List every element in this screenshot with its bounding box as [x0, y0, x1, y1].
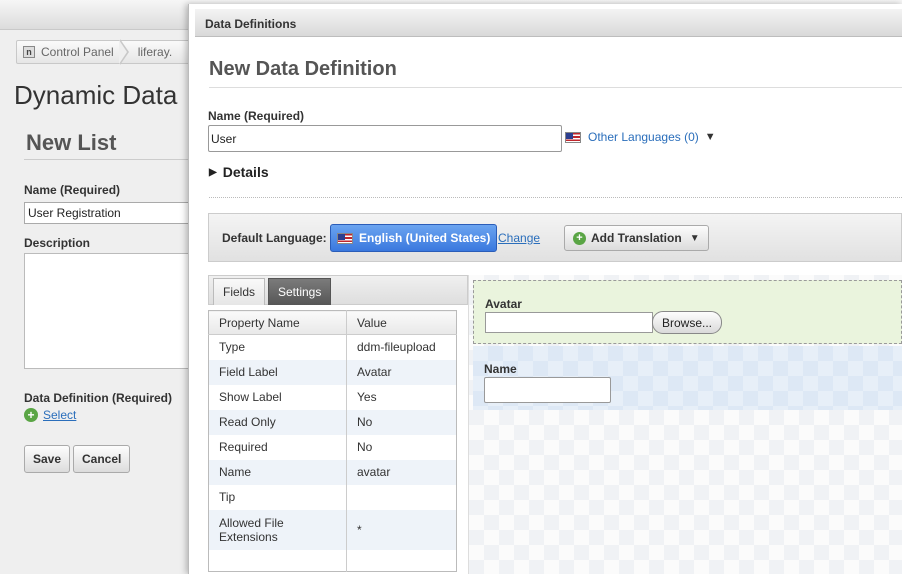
breadcrumb: n Control Panel liferay.: [16, 39, 216, 65]
table-row[interactable]: Required No: [209, 434, 457, 460]
table-row[interactable]: Field Label Avatar: [208, 359, 457, 385]
breadcrumb-label: Control Panel: [41, 45, 114, 59]
details-toggle[interactable]: ▶ Details: [209, 164, 269, 180]
avatar-field[interactable]: Avatar Browse...: [473, 280, 902, 344]
form-builder-canvas: Avatar Browse... Name: [468, 275, 902, 574]
table-row[interactable]: Read Only No: [208, 409, 457, 435]
panel-tabs: Fields Settings: [208, 275, 468, 305]
avatar-file-input[interactable]: [485, 312, 653, 333]
empty-cell: [208, 549, 347, 572]
other-languages-label: Other Languages (0): [588, 130, 699, 144]
dialog-heading: New Data Definition: [209, 58, 397, 80]
other-languages-toggle[interactable]: Other Languages (0) ▼: [565, 130, 716, 144]
default-language-label: Default Language:: [222, 231, 327, 245]
property-value[interactable]: No: [346, 434, 457, 460]
data-definition-label: Data Definition (Required): [24, 391, 173, 405]
caret-down-icon: ▼: [704, 131, 716, 143]
properties-table: Property Name Value Type ddm-fileupload F…: [208, 310, 457, 572]
property-name: Allowed File Extensions: [208, 509, 347, 550]
property-name: Required: [219, 440, 268, 454]
field-settings-panel: Fields Settings Property Name Value Type…: [208, 275, 468, 574]
property-name: Field Label: [208, 359, 347, 385]
property-value[interactable]: avatar: [346, 459, 457, 485]
change-language-link[interactable]: Change: [498, 231, 540, 245]
column-header: Property Name: [208, 310, 347, 335]
tab-fields[interactable]: Fields: [213, 278, 266, 305]
property-value[interactable]: [346, 484, 457, 510]
breadcrumb-site[interactable]: liferay.: [132, 41, 178, 63]
language-bar: Default Language: English (United States…: [208, 213, 902, 262]
description-label: Description: [24, 236, 91, 250]
name-field[interactable]: Name: [473, 346, 902, 410]
cancel-button[interactable]: Cancel: [73, 445, 131, 473]
add-circle-icon: +: [24, 408, 38, 422]
breadcrumb-separator: [118, 39, 132, 65]
property-value[interactable]: No: [346, 409, 457, 435]
page-title: Dynamic Data: [14, 80, 178, 110]
property-name: Read Only: [208, 409, 347, 435]
divider: [24, 159, 194, 160]
definition-name-input[interactable]: [208, 125, 562, 152]
definition-name-label: Name (Required): [208, 109, 305, 123]
triangle-right-icon: ▶: [209, 166, 217, 178]
description-textarea[interactable]: [24, 253, 194, 369]
details-label: Details: [222, 164, 269, 180]
data-definitions-dialog: Data Definitions New Data Definition Nam…: [188, 4, 902, 574]
breadcrumb-label: liferay.: [137, 45, 173, 59]
table-row[interactable]: Type ddm-fileupload: [209, 334, 457, 360]
column-header: Value: [346, 310, 457, 335]
property-name: Tip: [219, 490, 236, 504]
table-row[interactable]: Show Label Yes: [209, 384, 457, 410]
table-row-empty: [208, 549, 457, 572]
divider: [209, 197, 902, 198]
property-value[interactable]: Yes: [346, 384, 457, 410]
section-title: New List: [26, 130, 117, 155]
property-name: Type: [219, 340, 246, 355]
us-flag-icon: [337, 232, 353, 244]
name-label: Name (Required): [24, 183, 121, 197]
property-value[interactable]: *: [346, 509, 457, 550]
default-language-button[interactable]: English (United States): [330, 224, 498, 252]
add-translation-label: Add Translation: [591, 231, 682, 245]
table-row[interactable]: Allowed File Extensions *: [208, 509, 457, 550]
name-field-label: Name: [484, 362, 517, 376]
us-flag-icon: [565, 131, 581, 143]
empty-cell: [346, 549, 457, 572]
control-panel-icon: n: [23, 46, 35, 58]
add-translation-button[interactable]: + Add Translation ▼: [564, 225, 709, 251]
table-row[interactable]: Name avatar: [208, 459, 457, 485]
avatar-field-label: Avatar: [485, 297, 522, 311]
select-link-label[interactable]: Select: [43, 408, 76, 422]
property-name: Show Label: [219, 390, 282, 404]
table-row[interactable]: Tip: [209, 484, 457, 510]
add-circle-icon: +: [573, 231, 586, 245]
default-language-value: English (United States): [359, 231, 491, 245]
name-text-input[interactable]: [484, 377, 611, 403]
breadcrumb-control-panel[interactable]: n Control Panel: [17, 41, 120, 63]
property-name: Name: [208, 459, 347, 485]
table-header-row: Property Name Value: [208, 310, 457, 335]
tab-settings[interactable]: Settings: [268, 278, 332, 305]
save-button[interactable]: Save: [24, 445, 71, 473]
browse-button[interactable]: Browse...: [652, 311, 723, 334]
property-value[interactable]: ddm-fileupload: [346, 334, 457, 360]
list-name-input[interactable]: [24, 202, 194, 224]
divider: [209, 87, 902, 88]
select-data-definition-link[interactable]: + Select: [24, 408, 76, 422]
caret-down-icon: ▼: [689, 232, 700, 244]
dialog-title: Data Definitions: [195, 9, 902, 37]
property-value[interactable]: Avatar: [346, 359, 457, 385]
